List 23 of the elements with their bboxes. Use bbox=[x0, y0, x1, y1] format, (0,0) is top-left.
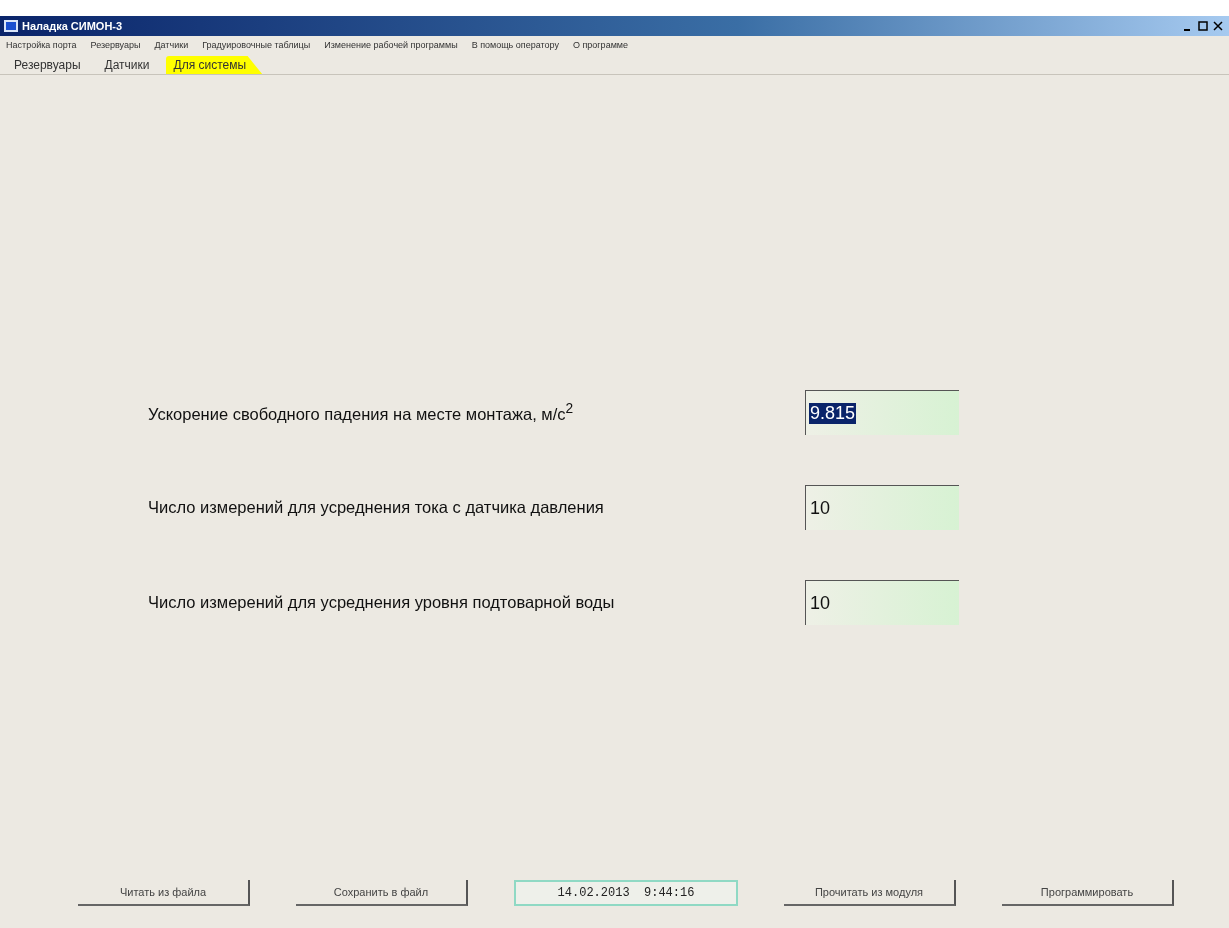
menu-item[interactable]: Градуировочные таблицы bbox=[202, 40, 311, 50]
menu-item[interactable]: Датчики bbox=[154, 40, 189, 50]
field-label: Число измерений для усреднения тока с датчика давления bbox=[148, 498, 605, 517]
action-button[interactable]: Читать из файла bbox=[78, 880, 250, 906]
menu-item[interactable]: Резервуары bbox=[90, 40, 141, 50]
input-field[interactable]: 10 bbox=[805, 580, 959, 625]
field-label: Число измерений для усреднения уровня подтоварной воды bbox=[148, 593, 616, 612]
app-icon bbox=[4, 20, 18, 32]
datetime-display: 14.02.2013 9:44:16 bbox=[514, 880, 738, 906]
input-field[interactable]: 9.815 bbox=[805, 390, 959, 435]
menu-item[interactable]: О программе bbox=[572, 40, 628, 50]
input-field[interactable]: 10 bbox=[805, 485, 959, 530]
action-button[interactable]: Программировать bbox=[1002, 880, 1174, 906]
menu-item[interactable]: Настройка порта bbox=[6, 40, 77, 50]
field-label: Ускорение свободного падения на месте монтажа, м/с$^{2}$ bbox=[148, 401, 575, 424]
tab[interactable]: Датчики bbox=[96, 56, 166, 74]
action-button[interactable]: Сохранить в файл bbox=[296, 880, 468, 906]
window-title: Наладка СИМОН-3 bbox=[22, 20, 123, 32]
menu-item[interactable]: Изменение рабочей программы bbox=[324, 40, 458, 50]
tab[interactable]: Резервуары bbox=[6, 56, 97, 74]
action-button[interactable]: Прочитать из модуля bbox=[784, 880, 956, 906]
menu-item[interactable]: В помощь оператору bbox=[471, 40, 559, 50]
tab[interactable]: Для системы bbox=[165, 56, 263, 74]
